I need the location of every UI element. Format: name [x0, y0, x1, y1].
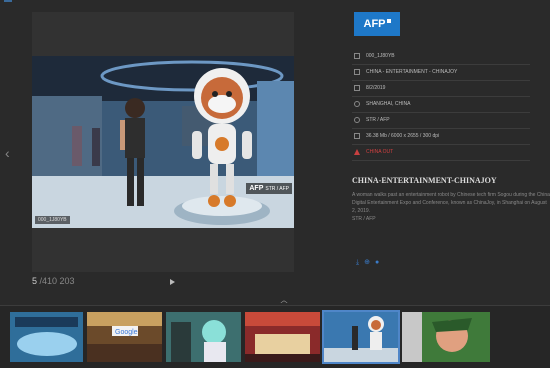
thumb-1-image: [10, 312, 83, 362]
thumb-2-label: Google: [115, 329, 138, 336]
globe-icon: [354, 100, 360, 107]
meta-location: SHANGHAI, CHINA: [352, 97, 530, 113]
chevron-left-icon[interactable]: ‹: [5, 146, 10, 160]
thumb-5-selected[interactable]: [322, 310, 400, 364]
camera-icon: [354, 116, 360, 123]
filmstrip: Google: [0, 306, 550, 368]
thumb-4-image: [245, 312, 320, 362]
meta-id: 000_1J80YB: [352, 49, 530, 65]
share-icon[interactable]: ●: [375, 259, 379, 266]
thumb-2[interactable]: Google: [87, 312, 162, 362]
photo-id-tag: 000_1J80YB: [35, 216, 70, 224]
action-icons: ⤓ ⊕ ●: [356, 258, 384, 267]
thumb-3-image: [166, 312, 241, 362]
caption-text: A woman walks past an entertainment robo…: [352, 192, 550, 214]
caption: A woman walks past an entertainment robo…: [352, 191, 550, 223]
zoom-in-icon[interactable]: ⊕: [364, 259, 370, 266]
headline: CHINA-ENTERTAINMENT-CHINAJOY: [352, 176, 497, 185]
caption-credit: STR / AFP: [352, 216, 376, 222]
photo-credit-logo: AFP: [249, 185, 264, 192]
chevron-up-icon[interactable]: ︿: [274, 297, 294, 305]
main-photo[interactable]: 000_1J80YB AFP STR / AFP: [32, 56, 294, 228]
menu-corner-icon[interactable]: [4, 0, 12, 2]
logo-square-icon: [386, 19, 391, 23]
thumb-3[interactable]: [166, 312, 241, 362]
counter-total: /410 203: [37, 276, 75, 286]
thumb-1[interactable]: [10, 312, 83, 362]
thumb-6-image: [402, 312, 490, 362]
warning-icon: [354, 148, 360, 155]
meta-filesize: 36.38 Mb / 6000 x 2655 / 300 dpi: [352, 129, 530, 145]
meta-credit: STR / AFP: [352, 113, 530, 129]
thumb-6[interactable]: [402, 312, 490, 362]
play-icon[interactable]: [170, 279, 175, 285]
photo-credit: AFP STR / AFP: [246, 183, 292, 194]
meta-restriction: CHINA OUT: [352, 145, 530, 161]
id-icon: [354, 52, 360, 59]
photo-scene: [32, 56, 294, 228]
file-icon: [354, 132, 360, 139]
thumb-4[interactable]: [245, 312, 320, 362]
meta-category: CHINA - ENTERTAINMENT - CHINAJOY: [352, 65, 530, 81]
afp-logo: AFP: [354, 12, 400, 36]
photo-counter: 5 /410 203: [32, 276, 75, 286]
download-icon[interactable]: ⤓: [356, 259, 359, 266]
thumb-5-image: [324, 312, 398, 362]
meta-date: 8/2/2019: [352, 81, 530, 97]
photo-credit-text: STR / AFP: [265, 186, 289, 192]
calendar-icon: [354, 84, 360, 91]
category-icon: [354, 68, 360, 75]
afp-logo-text: AFP: [363, 18, 386, 30]
thumb-2-image: Google: [87, 312, 162, 362]
